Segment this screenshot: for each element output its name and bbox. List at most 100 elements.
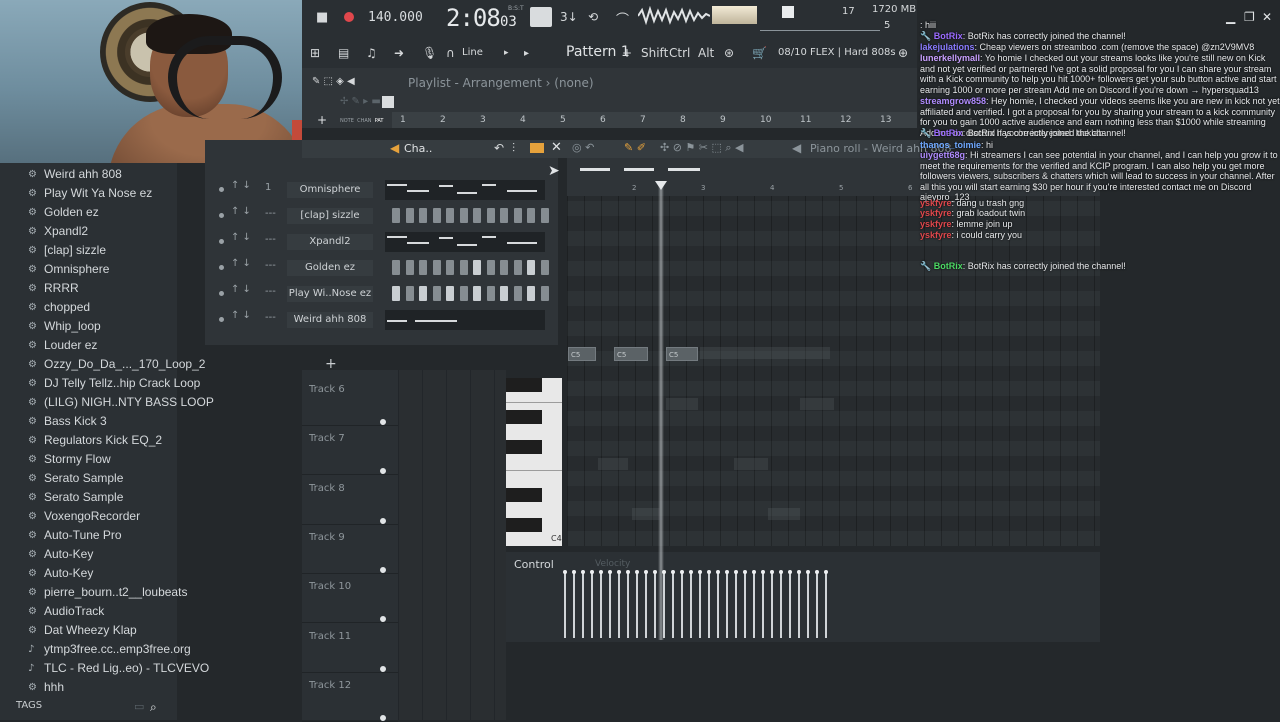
velocity-handle[interactable] xyxy=(716,570,720,574)
note-block[interactable]: C5 xyxy=(568,347,596,361)
channel-mixer-target[interactable]: --- xyxy=(265,260,276,271)
channel-row[interactable]: ↑ ↓ --- [clap] sizzle xyxy=(205,204,558,228)
shop-icon[interactable]: 🛒 xyxy=(752,46,767,60)
browser-item[interactable]: ⚙ Stormy Flow xyxy=(0,450,177,469)
browser-item[interactable]: ⚙ pierre_bourn..t2__loubeats xyxy=(0,583,187,602)
velocity-bar[interactable] xyxy=(699,572,701,638)
arrow-right-icon[interactable]: ➜ xyxy=(394,46,404,60)
black-key[interactable] xyxy=(506,378,542,392)
velocity-handle[interactable] xyxy=(653,570,657,574)
browser-item[interactable]: ⚙ Auto-Tune Pro xyxy=(0,526,177,545)
browser-item[interactable]: ⚙ Serato Sample xyxy=(0,488,177,507)
step-pad[interactable] xyxy=(392,260,400,275)
step-pad[interactable] xyxy=(405,286,414,301)
pattern-selector[interactable]: Pattern 1 xyxy=(566,44,630,60)
add-track-icon[interactable]: + xyxy=(317,113,327,127)
velocity-bar[interactable] xyxy=(744,572,746,638)
channel-row[interactable]: ↑ ↓ --- Play Wi..Nose ez xyxy=(205,282,558,306)
ctrl-key-indicator[interactable]: Ctrl xyxy=(669,46,690,60)
velocity-bar[interactable] xyxy=(627,572,629,638)
metronome-icon[interactable]: ⌒ xyxy=(616,9,629,28)
velocity-bar[interactable] xyxy=(726,572,728,638)
playlist-timeline[interactable] xyxy=(392,112,917,128)
velocity-handle[interactable] xyxy=(626,570,630,574)
folder-icon[interactable]: ▭ xyxy=(134,700,144,713)
velocity-handle[interactable] xyxy=(689,570,693,574)
channel-led[interactable] xyxy=(219,291,224,296)
velocity-handle[interactable] xyxy=(581,570,585,574)
track-mute-dot[interactable] xyxy=(380,468,386,475)
step-pad[interactable] xyxy=(500,260,508,275)
step-pad[interactable] xyxy=(513,286,522,301)
step-pad[interactable] xyxy=(432,260,441,275)
velocity-handle[interactable] xyxy=(761,570,765,574)
channel-name[interactable]: [clap] sizzle xyxy=(287,208,373,224)
browser-item[interactable]: ⚙ Whip_loop xyxy=(0,317,177,336)
step-pad[interactable] xyxy=(513,260,522,275)
channel-led[interactable] xyxy=(219,213,224,218)
piano-roll-preview[interactable] xyxy=(385,232,545,252)
microphone-icon[interactable]: 🎙 xyxy=(422,46,437,60)
snap-arrow-icon[interactable]: ▸ xyxy=(504,48,509,58)
velocity-handle[interactable] xyxy=(734,570,738,574)
browser-item[interactable]: ⚙ Serato Sample xyxy=(0,469,177,488)
browser-item[interactable]: ⚙ Ozzy_Do_Da_..._170_Loop_2 xyxy=(0,355,205,374)
mixer-icon[interactable]: ⊞ xyxy=(310,46,320,60)
channel-name[interactable]: Omnisphere xyxy=(287,182,373,198)
velocity-bar[interactable] xyxy=(573,572,575,638)
magnet-icon[interactable]: ∩ xyxy=(446,46,455,60)
master-volume-slider[interactable] xyxy=(760,30,880,31)
velocity-handle[interactable] xyxy=(635,570,639,574)
browser-item[interactable]: ♪ TLC - Red Lig..eo) - TLCVEVO xyxy=(0,659,209,678)
step-pad[interactable] xyxy=(392,208,400,223)
track-mute-dot[interactable] xyxy=(380,419,386,425)
close-icon[interactable]: ✕ xyxy=(551,140,562,155)
shift-key-indicator[interactable]: Shift xyxy=(641,46,668,60)
record-button[interactable] xyxy=(344,12,354,22)
playhead-marker[interactable] xyxy=(655,181,667,190)
velocity-bar[interactable] xyxy=(591,572,593,638)
track-mute-dot[interactable] xyxy=(380,566,386,573)
pattern-song-icon[interactable] xyxy=(530,7,552,27)
playlist-snap-tools[interactable]: ✢ ✎ ▸ ▬ xyxy=(340,96,381,107)
track-mute-dot[interactable] xyxy=(380,665,386,672)
velocity-bar[interactable] xyxy=(717,572,719,638)
velocity-handle[interactable] xyxy=(599,570,603,574)
black-key[interactable] xyxy=(506,518,542,532)
track-header[interactable]: Track 7 xyxy=(302,425,398,476)
playlist-grid[interactable] xyxy=(398,370,506,720)
pattern-arrow-icon[interactable]: ▸ xyxy=(524,48,529,59)
channel-led[interactable] xyxy=(219,239,224,244)
countdown-icon[interactable]: 3↓ xyxy=(560,10,578,24)
velocity-handle[interactable] xyxy=(590,570,594,574)
black-key[interactable] xyxy=(506,410,542,424)
control-label[interactable]: Control xyxy=(514,558,554,571)
step-pad[interactable] xyxy=(486,286,495,301)
velocity-bar[interactable] xyxy=(789,572,791,638)
step-pad[interactable] xyxy=(473,260,481,275)
velocity-bar[interactable] xyxy=(645,572,647,638)
velocity-handle[interactable] xyxy=(698,570,702,574)
step-pad[interactable] xyxy=(540,286,549,301)
black-key[interactable] xyxy=(506,440,542,454)
velocity-bar[interactable] xyxy=(618,572,620,638)
velocity-bar[interactable] xyxy=(753,572,755,638)
channel-row[interactable]: ↑ ↓ --- Xpandl2 xyxy=(205,230,558,254)
channel-mixer-target[interactable]: --- xyxy=(265,234,276,245)
velocity-handle[interactable] xyxy=(770,570,774,574)
step-pad[interactable] xyxy=(432,286,441,301)
track-header[interactable]: Track 10 xyxy=(302,573,398,624)
step-pad[interactable] xyxy=(527,208,535,223)
velocity-handle[interactable] xyxy=(617,570,621,574)
browser-item[interactable]: ⚙ chopped xyxy=(0,298,177,317)
browser-item[interactable]: ⚙ RRRR xyxy=(0,279,177,298)
velocity-handle[interactable] xyxy=(644,570,648,574)
channel-row[interactable]: ↑ ↓ 1 Omnisphere xyxy=(205,178,558,202)
browser-item[interactable]: ⚙ Louder ez xyxy=(0,336,177,355)
velocity-bar[interactable] xyxy=(681,572,683,638)
channel-name[interactable]: Play Wi..Nose ez xyxy=(287,286,373,302)
step-pad[interactable] xyxy=(486,208,495,223)
channel-rack-title[interactable]: Cha.. xyxy=(404,142,432,155)
channel-mixer-target[interactable]: --- xyxy=(265,208,276,219)
channel-name[interactable]: Xpandl2 xyxy=(287,234,373,250)
